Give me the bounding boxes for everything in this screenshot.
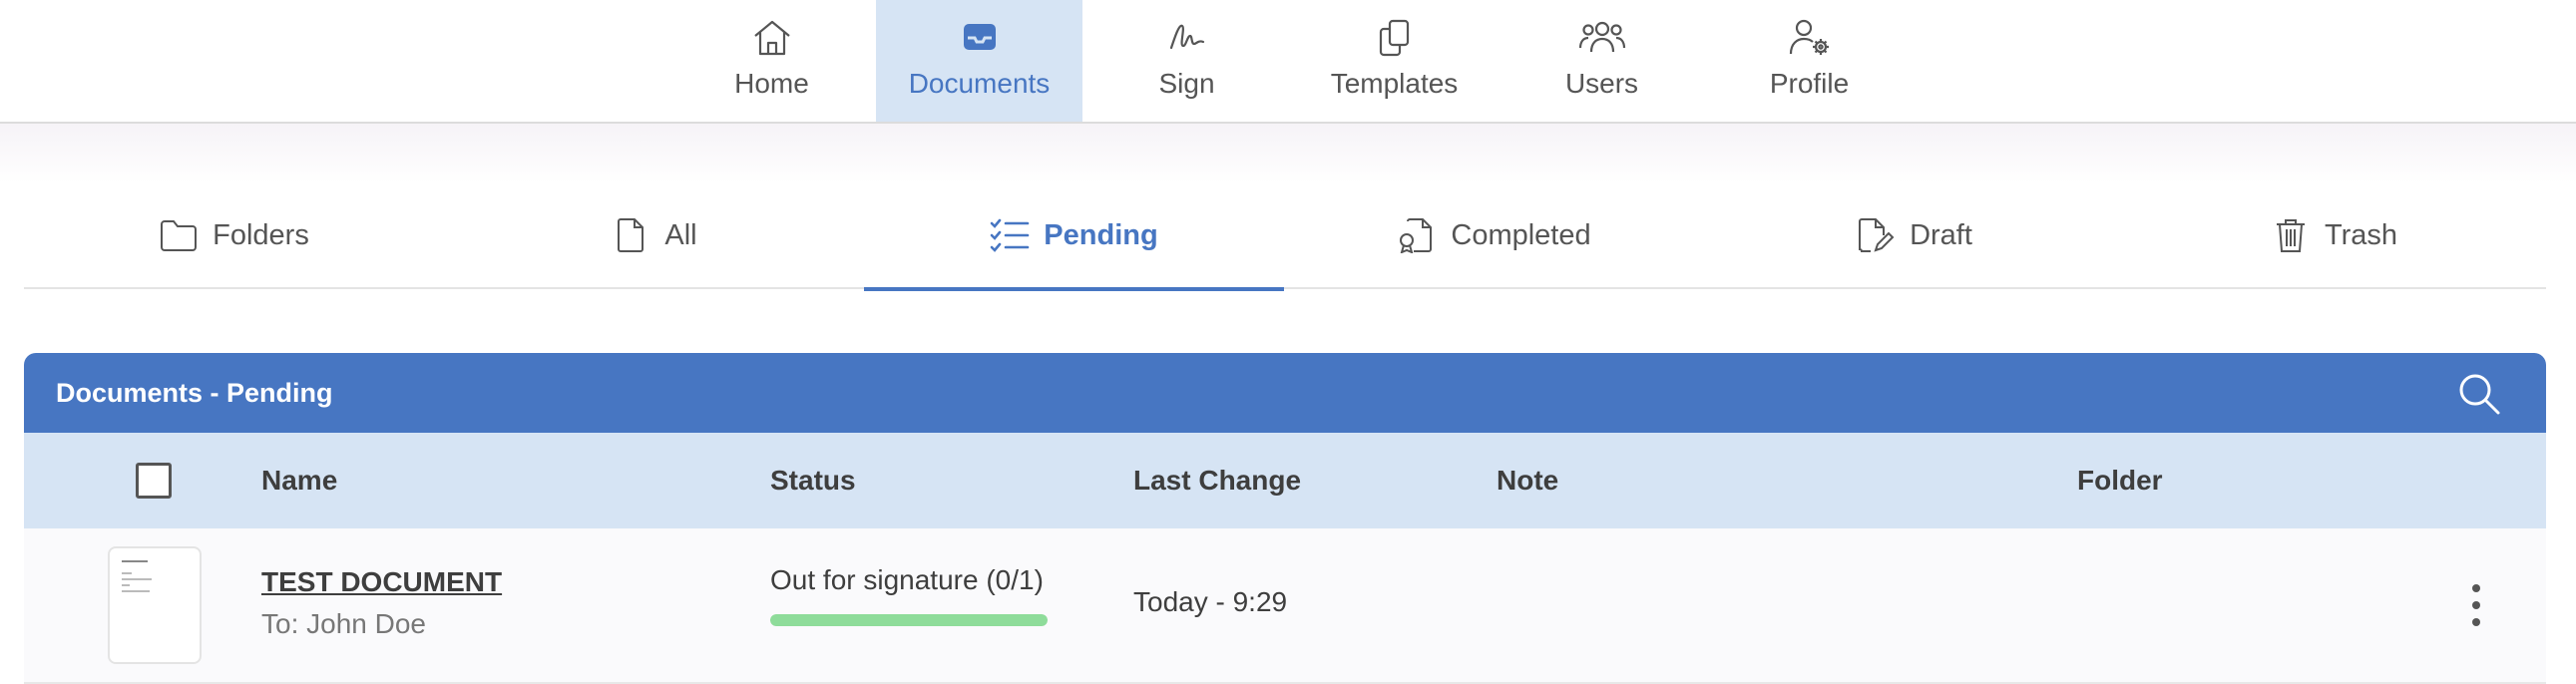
header-band [0,124,2576,183]
document-status: Out for signature (0/1) [770,564,1044,595]
nav-profile[interactable]: Profile [1706,0,1913,122]
nav-documents-label: Documents [908,68,1051,99]
tab-pending-label: Pending [1044,218,1158,251]
file-pen-icon [1856,215,1896,255]
trash-icon [2271,215,2311,255]
nav-users-label: Users [1564,68,1639,99]
select-all-checkbox[interactable] [136,463,172,499]
tab-pending[interactable]: Pending [864,181,1284,291]
nav-sign-label: Sign [1158,68,1215,99]
tab-all[interactable]: All [444,181,864,289]
signature-icon [1165,16,1209,60]
nav-sign[interactable]: Sign [1083,0,1290,122]
tab-completed[interactable]: Completed [1284,181,1704,289]
column-status[interactable]: Status [770,433,856,528]
nav-templates-label: Templates [1330,68,1459,99]
copy-icon [1373,16,1417,60]
table-header: Name Status Last Change Note Folder [24,433,2546,528]
tab-trash-label: Trash [2324,218,2398,251]
more-options-icon[interactable] [2466,580,2486,630]
column-last-change[interactable]: Last Change [1133,433,1301,528]
tab-all-label: All [664,218,697,251]
search-icon[interactable] [2456,371,2502,417]
tab-completed-label: Completed [1451,218,1591,251]
tab-draft-label: Draft [1910,218,1972,251]
nav-home-label: Home [734,68,809,99]
tab-folders[interactable]: Folders [24,181,444,289]
home-icon [750,16,794,60]
signature-progress-fill [770,614,1048,626]
file-icon [611,215,650,255]
nav-profile-label: Profile [1769,68,1850,99]
column-name[interactable]: Name [261,433,337,528]
nav-templates[interactable]: Templates [1291,0,1498,122]
nav-home[interactable]: Home [668,0,875,122]
checklist-icon [990,215,1030,255]
panel-title: Documents - Pending [56,378,333,408]
documents-panel: Documents - Pending Name Status Last Cha… [24,353,2546,684]
column-note[interactable]: Note [1497,433,1558,528]
file-badge-icon [1397,215,1437,255]
user-gear-icon [1787,16,1833,60]
table-row[interactable]: TEST DOCUMENT To: John Doe Out for signa… [24,528,2546,684]
tab-folders-label: Folders [213,218,309,251]
document-recipient: To: John Doe [261,608,426,639]
top-navigation: Home Documents Sign Templates Users Prof… [0,0,2576,124]
inbox-icon [958,16,1002,60]
tab-draft[interactable]: Draft [1704,181,2124,289]
document-thumbnail[interactable] [108,546,202,664]
document-filter-tabs: Folders All Pending Completed Draft Tras… [24,181,2546,291]
tab-trash[interactable]: Trash [2124,181,2544,289]
nav-documents[interactable]: Documents [876,0,1082,122]
column-folder[interactable]: Folder [2077,433,2163,528]
signature-progress-bar [770,614,1048,626]
users-icon [1578,16,1626,60]
folder-icon [159,215,199,255]
nav-users[interactable]: Users [1499,0,1705,122]
panel-header: Documents - Pending [24,353,2546,433]
document-name-link[interactable]: TEST DOCUMENT [261,566,502,598]
document-last-change: Today - 9:29 [1133,586,1288,617]
